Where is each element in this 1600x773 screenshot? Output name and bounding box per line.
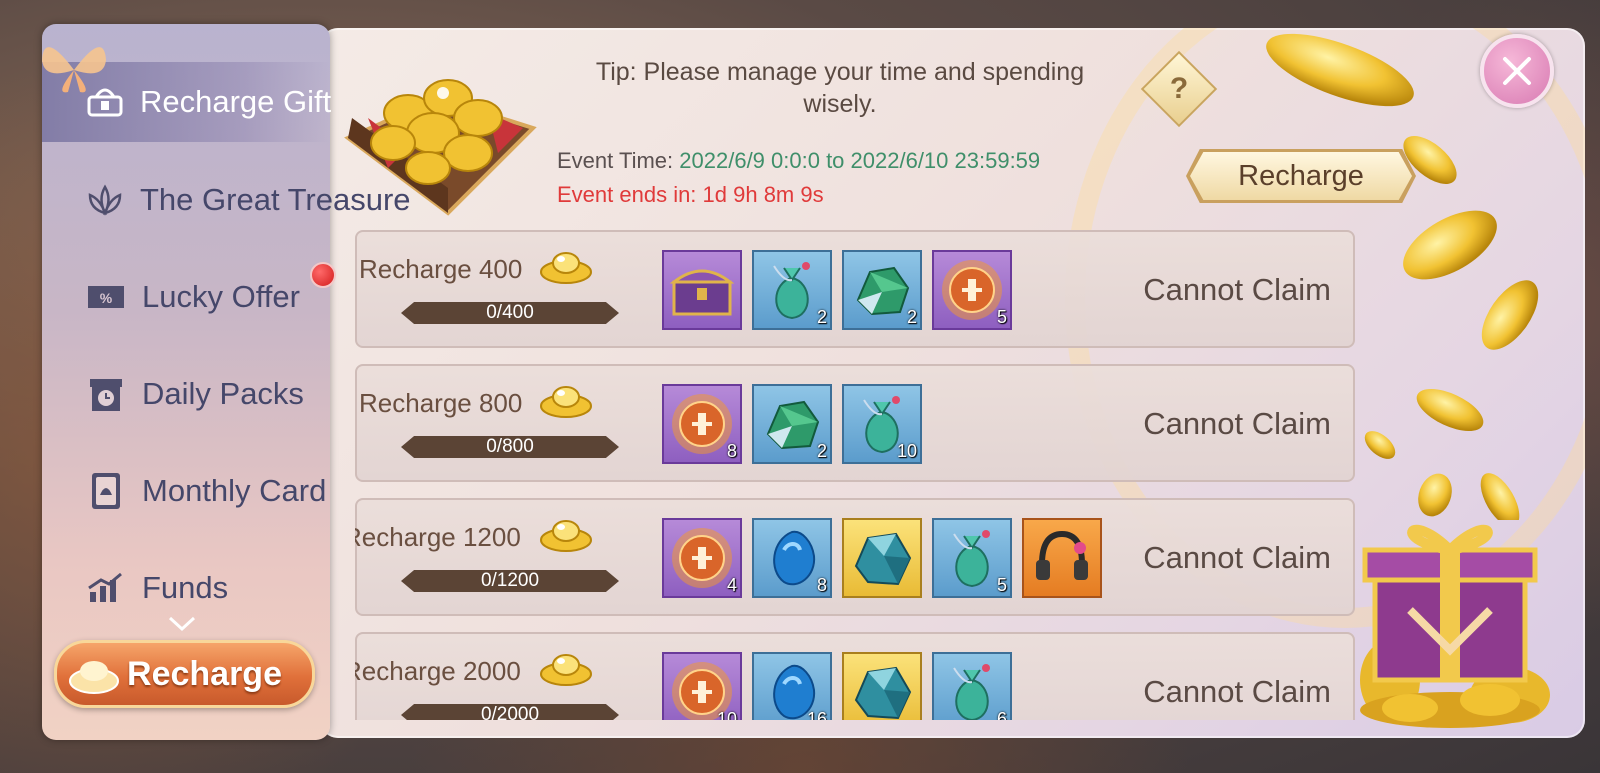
claim-status-button[interactable]: Cannot Claim — [1143, 674, 1331, 710]
tier-progress-bar: 0/800 — [401, 436, 619, 458]
tier-title: Recharge 400 — [359, 254, 523, 284]
sidebar: Recharge Gift The Great Treasure % Lucky… — [42, 24, 411, 740]
event-time-label: Event Time: — [557, 148, 680, 173]
item-quantity: 8 — [726, 441, 737, 461]
item-quantity: 2 — [906, 307, 917, 327]
butterfly-decoration — [42, 47, 106, 93]
orb-item-icon[interactable]: 8 — [662, 384, 742, 464]
lotus-icon — [86, 180, 124, 220]
orb-item-icon[interactable]: 5 — [932, 250, 1012, 330]
sidebar-item-label: Daily Packs — [142, 376, 304, 411]
pouch-item-icon[interactable]: 2 — [752, 250, 832, 330]
sidebar-recharge-label: Recharge — [127, 654, 282, 693]
reward-items: 2 2 5 — [662, 250, 1012, 330]
sidebar-item-label: Lucky Offer — [142, 279, 300, 314]
card-icon — [86, 471, 126, 511]
tier-row: Recharge 2000 0/2000 10 16 6 Cannot Claim — [355, 632, 1355, 720]
crystal-ore-item-icon[interactable] — [842, 652, 922, 720]
sidebar-item-label: The Great Treasure — [140, 182, 411, 217]
close-icon — [1503, 57, 1531, 85]
pouch-item-icon[interactable]: 5 — [932, 518, 1012, 598]
gold-ingot-icon — [540, 654, 592, 686]
reward-items: 8 2 10 — [662, 384, 922, 464]
sidebar-recharge-button[interactable]: Recharge — [54, 640, 315, 708]
orb-item-icon[interactable]: 4 — [662, 518, 742, 598]
sidebar-item-the-great-treasure[interactable]: The Great Treasure — [42, 160, 411, 240]
blue-stone-item-icon[interactable]: 8 — [752, 518, 832, 598]
orb-item-icon[interactable]: 10 — [662, 652, 742, 720]
sidebar-item-daily-packs[interactable]: Daily Packs — [42, 354, 330, 434]
sidebar-item-monthly-card[interactable]: Monthly Card — [42, 451, 330, 531]
tier-title: Recharge 1200 — [355, 522, 521, 552]
claim-status-button[interactable]: Cannot Claim — [1143, 540, 1331, 576]
tier-row: Recharge 800 0/800 8 2 10 Cannot Claim — [355, 364, 1355, 482]
discount-ticket-icon: % — [86, 277, 126, 317]
notification-dot — [310, 262, 336, 288]
close-button[interactable] — [1480, 34, 1554, 108]
item-quantity: 4 — [726, 575, 737, 595]
tier-progress-bar: 0/400 — [401, 302, 619, 324]
item-quantity: 2 — [816, 441, 827, 461]
headphones-item-icon[interactable] — [1022, 518, 1102, 598]
event-time: Event Time: 2022/6/9 0:0:0 to 2022/6/10 … — [557, 148, 1040, 174]
pouch-item-icon[interactable]: 6 — [932, 652, 1012, 720]
item-quantity: 10 — [716, 709, 737, 720]
svg-text:%: % — [100, 290, 113, 306]
green-ore-item-icon[interactable]: 2 — [842, 250, 922, 330]
tier-title: Recharge 2000 — [355, 656, 521, 686]
recharge-button[interactable]: Recharge — [1190, 152, 1412, 200]
tier-progress-bar: 0/1200 — [401, 570, 619, 592]
claim-status-button[interactable]: Cannot Claim — [1143, 406, 1331, 442]
question-mark-icon: ? — [1169, 72, 1189, 105]
sidebar-item-lucky-offer[interactable]: % Lucky Offer — [42, 257, 330, 337]
chest-item-icon[interactable] — [662, 250, 742, 330]
event-countdown: Event ends in: 1d 9h 8m 9s — [557, 182, 824, 207]
crystal-ore-item-icon[interactable] — [842, 518, 922, 598]
sidebar-item-label: Funds — [142, 570, 229, 605]
sidebar-item-label: Monthly Card — [142, 473, 327, 508]
tier-progress-bar: 0/2000 — [401, 704, 619, 720]
claim-status-button[interactable]: Cannot Claim — [1143, 272, 1331, 308]
item-quantity: 2 — [816, 307, 827, 327]
gold-ingot-icon — [540, 520, 592, 552]
green-ore-item-icon[interactable]: 2 — [752, 384, 832, 464]
item-quantity: 16 — [806, 709, 827, 720]
tier-row: Recharge 1200 0/1200 4 8 5 Cannot Claim — [355, 498, 1355, 616]
reward-items: 10 16 6 — [662, 652, 1012, 720]
chart-up-icon — [86, 568, 126, 608]
timer-gift-icon — [86, 374, 126, 414]
item-quantity: 5 — [996, 575, 1007, 595]
tier-row: Recharge 400 0/400 2 2 5 Cannot Claim — [355, 230, 1355, 348]
sidebar-item-label: Recharge Gift — [140, 84, 332, 119]
gift-box-decoration — [1360, 524, 1550, 728]
gold-ingot-icon — [540, 386, 592, 418]
spending-tip: Tip: Please manage your time and spendin… — [595, 58, 1085, 118]
tier-list[interactable]: Recharge 400 0/400 2 2 5 Cannot Claim Recharge… — [355, 230, 1357, 720]
reward-items: 4 8 5 — [662, 518, 1102, 598]
item-quantity: 8 — [816, 575, 827, 595]
item-quantity: 5 — [996, 307, 1007, 327]
event-time-value: 2022/6/9 0:0:0 to 2022/6/10 23:59:59 — [679, 148, 1041, 173]
blue-stone-item-icon[interactable]: 16 — [752, 652, 832, 720]
pouch-item-icon[interactable]: 10 — [842, 384, 922, 464]
gold-ingot-icon — [69, 661, 119, 694]
chevron-down-icon[interactable] — [168, 616, 196, 632]
tier-title: Recharge 800 — [359, 388, 523, 418]
gold-ingot-icon — [540, 252, 592, 284]
item-quantity: 10 — [896, 441, 917, 461]
item-quantity: 6 — [996, 709, 1007, 720]
